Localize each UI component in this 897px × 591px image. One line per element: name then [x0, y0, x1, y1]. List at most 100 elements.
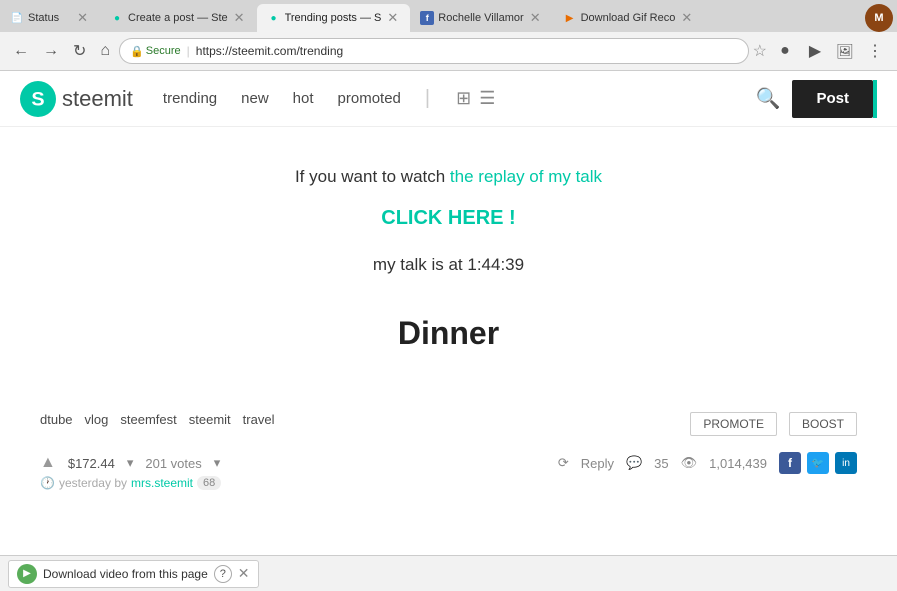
- nav-hot[interactable]: hot: [293, 90, 314, 107]
- votes-dropdown[interactable]: ▾: [214, 455, 221, 471]
- address-bar[interactable]: 🔒 Secure | https://steemit.com/trending: [119, 38, 749, 64]
- nav-trending[interactable]: trending: [163, 90, 217, 107]
- tab-status[interactable]: 📄 Status ✕: [0, 4, 100, 32]
- download-play-icon[interactable]: ▶: [17, 564, 37, 584]
- nav-new[interactable]: new: [241, 90, 269, 107]
- view-count: 1,014,439: [709, 456, 767, 471]
- comment-badge: 68: [197, 476, 221, 490]
- content-area: If you want to watch the replay of my ta…: [0, 127, 897, 412]
- back-button[interactable]: ←: [8, 40, 34, 62]
- tab-create[interactable]: ● Create a post — Ste ✕: [100, 4, 257, 32]
- download-bar: ▶ Download video from this page ? ✕: [0, 555, 897, 591]
- steemit-logo-text: steemit: [62, 86, 133, 112]
- linkedin-share-button[interactable]: in: [835, 452, 857, 474]
- user-avatar-chrome: M: [865, 4, 893, 32]
- talk-time: my talk is at 1:44:39: [373, 255, 524, 275]
- tab-status-close[interactable]: ✕: [75, 10, 90, 26]
- reply-button[interactable]: Reply: [581, 456, 614, 471]
- steemit-header-right: 🔍 Post: [756, 80, 877, 118]
- tab-gif-favicon: ▶: [563, 11, 577, 25]
- tags-row: dtube vlog steemfest steemit travel PROM…: [0, 412, 897, 436]
- bookmark-icon[interactable]: ☆: [753, 41, 767, 61]
- refresh-button[interactable]: ↻: [68, 39, 91, 63]
- reblog-icon[interactable]: ⟳: [558, 455, 569, 471]
- tab-rochelle-favicon: f: [420, 11, 434, 25]
- tab-gif-label: Download Gif Reco: [581, 12, 676, 24]
- click-here[interactable]: CLICK HERE !: [381, 207, 515, 230]
- tab-trending-favicon: ●: [267, 11, 281, 25]
- social-icons: f 🐦 in: [779, 452, 857, 474]
- download-label: Download video from this page: [43, 567, 208, 581]
- post-button[interactable]: Post: [792, 80, 873, 118]
- steemit-nav: trending new hot promoted | ⊞ ☰: [163, 86, 756, 111]
- address-separator: |: [187, 44, 190, 58]
- tab-rochelle[interactable]: f Rochelle Villamor ✕: [410, 4, 552, 32]
- tab-bar: 📄 Status ✕ ● Create a post — Ste ✕ ● Tre…: [0, 0, 897, 32]
- view-toggle: ⊞ ☰: [454, 86, 497, 111]
- grid-view-button[interactable]: ⊞: [454, 86, 473, 111]
- vote-row: ▲ $172.44 ▾ 201 votes ▾ ⟳ Reply 💬 35 👁 1…: [0, 452, 897, 474]
- clock-icon: 🕐: [40, 476, 55, 490]
- home-button[interactable]: ⌂: [95, 40, 115, 62]
- lock-icon: 🔒: [130, 45, 144, 58]
- tab-status-favicon: 📄: [10, 11, 24, 25]
- tag-steemit[interactable]: steemit: [189, 412, 231, 436]
- post-button-green-bar: [873, 80, 877, 118]
- yesterday-row: 🕐 yesterday by mrs.steemit 68: [0, 474, 897, 492]
- tab-rochelle-label: Rochelle Villamor: [438, 12, 523, 24]
- tag-vlog[interactable]: vlog: [85, 412, 109, 436]
- watch-prefix: If you want to watch: [295, 167, 450, 186]
- tab-create-label: Create a post — Ste: [128, 12, 228, 24]
- author-name[interactable]: mrs.steemit: [131, 476, 193, 490]
- tab-create-close[interactable]: ✕: [232, 10, 247, 26]
- secure-badge: 🔒 Secure: [130, 45, 181, 58]
- download-help-button[interactable]: ?: [214, 565, 232, 583]
- tab-gif[interactable]: ▶ Download Gif Reco ✕: [553, 4, 705, 32]
- svg-text:S: S: [31, 88, 44, 110]
- vote-amount: $172.44: [68, 456, 115, 471]
- browser-chrome: 📄 Status ✕ ● Create a post — Ste ✕ ● Tre…: [0, 0, 897, 71]
- steemit-site: S steemit trending new hot promoted | ⊞ …: [0, 71, 897, 492]
- steemit-logo-icon: S: [20, 81, 56, 117]
- twitter-share-button[interactable]: 🐦: [807, 452, 829, 474]
- promote-button[interactable]: PROMOTE: [690, 412, 777, 436]
- upvote-button[interactable]: ▲: [40, 454, 56, 472]
- extension-icon-1[interactable]: ●: [771, 37, 799, 65]
- address-bar-row: ← → ↻ ⌂ 🔒 Secure | https://steemit.com/t…: [0, 32, 897, 70]
- tag-travel[interactable]: travel: [243, 412, 275, 436]
- list-view-button[interactable]: ☰: [477, 86, 497, 111]
- extension-icon-3[interactable]: 🖼: [831, 37, 859, 65]
- vote-count: ▾: [127, 455, 134, 471]
- download-close-button[interactable]: ✕: [238, 565, 250, 582]
- tab-trending-close[interactable]: ✕: [385, 10, 400, 26]
- extension-icon-2[interactable]: ▶: [801, 37, 829, 65]
- dinner-title: Dinner: [398, 315, 499, 352]
- forward-button[interactable]: →: [38, 40, 64, 62]
- browser-menu-icon[interactable]: ⋮: [861, 37, 889, 65]
- tab-trending[interactable]: ● Trending posts — S ✕: [257, 4, 411, 32]
- boost-button[interactable]: BOOST: [789, 412, 857, 436]
- facebook-share-button[interactable]: f: [779, 452, 801, 474]
- browser-right-icons: ● ▶ 🖼 ⋮: [771, 37, 889, 65]
- tab-create-favicon: ●: [110, 11, 124, 25]
- url-text: https://steemit.com/trending: [196, 44, 343, 58]
- tab-rochelle-close[interactable]: ✕: [528, 10, 543, 26]
- votes-label: 201 votes: [145, 456, 201, 471]
- download-item: ▶ Download video from this page ? ✕: [8, 560, 259, 588]
- comment-icon: 💬: [626, 455, 642, 471]
- steemit-logo[interactable]: S steemit: [20, 81, 133, 117]
- watch-line: If you want to watch the replay of my ta…: [295, 167, 602, 187]
- nav-divider: |: [425, 87, 430, 110]
- watch-link[interactable]: the replay of my talk: [450, 167, 602, 186]
- timestamp-label: yesterday by: [59, 476, 127, 490]
- tab-trending-label: Trending posts — S: [285, 12, 382, 24]
- tab-gif-close[interactable]: ✕: [679, 10, 694, 26]
- tab-status-label: Status: [28, 12, 71, 24]
- eye-icon: 👁: [681, 455, 698, 471]
- comment-count: 35: [654, 456, 668, 471]
- nav-promoted[interactable]: promoted: [338, 90, 401, 107]
- tag-steemfest[interactable]: steemfest: [120, 412, 176, 436]
- secure-label: Secure: [146, 45, 181, 57]
- search-button[interactable]: 🔍: [756, 86, 781, 111]
- tag-dtube[interactable]: dtube: [40, 412, 73, 436]
